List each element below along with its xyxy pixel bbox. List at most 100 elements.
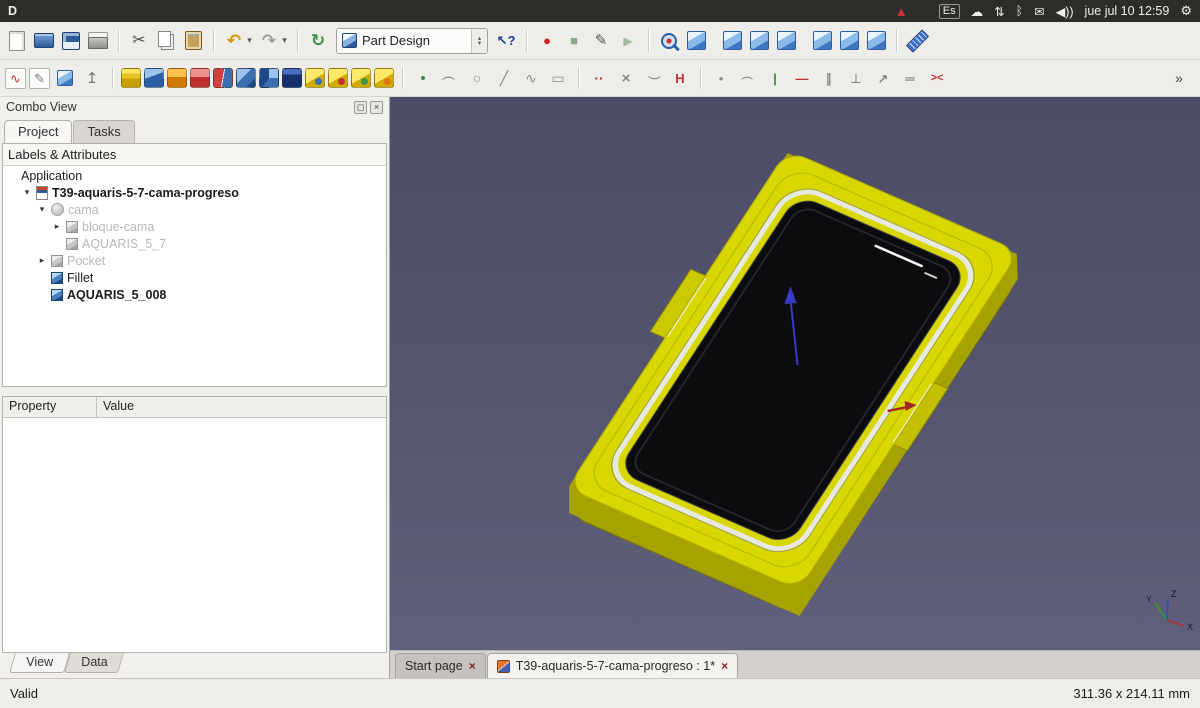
top-view-icon[interactable] [747, 29, 771, 53]
open-file-icon[interactable] [32, 29, 56, 53]
paste-icon[interactable] [181, 29, 205, 53]
tab-project[interactable]: Project [4, 120, 72, 143]
redo-dropdown-icon[interactable]: ▾ [280, 29, 289, 53]
whats-this-icon[interactable]: ↖? [494, 29, 518, 53]
left-view-icon[interactable] [864, 29, 888, 53]
constraint-equal-icon[interactable]: ═ [898, 66, 922, 90]
multitransform-icon[interactable] [282, 68, 302, 88]
tab-tasks[interactable]: Tasks [73, 120, 134, 143]
revolution-icon[interactable] [167, 68, 187, 88]
mail-icon[interactable]: ✉ [1034, 4, 1044, 19]
new-document-icon[interactable] [5, 29, 29, 53]
tab-data[interactable]: Data [64, 653, 124, 673]
refresh-icon[interactable]: ↻ [306, 29, 330, 53]
groove-icon[interactable] [190, 68, 210, 88]
redo-icon[interactable]: ↷ [257, 29, 281, 53]
copy-icon[interactable] [154, 29, 178, 53]
constraint-vertical-icon[interactable]: | [763, 66, 787, 90]
bottom-view-icon[interactable] [837, 29, 861, 53]
clock[interactable]: jue jul 10 12:59 [1085, 4, 1170, 18]
sketch-point-icon[interactable]: • [411, 66, 435, 90]
macro-edit-icon[interactable]: ✎ [589, 29, 613, 53]
map-sketch-icon[interactable] [53, 66, 77, 90]
tree-expander-icon[interactable]: ▸ [37, 255, 47, 266]
constraint-tangent-icon[interactable]: ↗ [871, 66, 895, 90]
tree-expander-icon[interactable]: ▾ [22, 187, 32, 198]
tab-view[interactable]: View [9, 653, 70, 673]
sketch-polyline-icon[interactable]: ∿ [519, 66, 543, 90]
tree-item-aquaris-5-7[interactable]: AQUARIS_5_7 [3, 235, 386, 252]
macro-record-icon[interactable]: ● [535, 29, 559, 53]
undo-dropdown-icon[interactable]: ▾ [245, 29, 254, 53]
sketch-circle-icon[interactable]: ○ [465, 66, 489, 90]
viewport-canvas[interactable]: X Y Z [390, 97, 1200, 650]
tab-start-page[interactable]: Start page × [395, 653, 486, 678]
fit-all-icon[interactable] [657, 29, 681, 53]
workbench-dropdown-icon[interactable]: ▴▾ [471, 29, 487, 53]
close-tab-icon[interactable]: × [721, 659, 728, 673]
thickness-icon[interactable] [374, 68, 394, 88]
tree-expander-icon[interactable]: ▾ [37, 204, 47, 215]
toolbar-overflow-icon[interactable]: » [1167, 66, 1191, 90]
sketch-arc-icon[interactable]: ( [438, 66, 462, 90]
constraint-perpendicular-icon[interactable]: ⊥ [844, 66, 868, 90]
sketch-rectangle-icon[interactable]: ▭ [546, 66, 570, 90]
keyboard-layout-indicator[interactable]: Es [939, 4, 960, 19]
fillet-icon[interactable] [305, 68, 325, 88]
panel-splitter[interactable] [2, 387, 387, 396]
constraint-symmetric-icon[interactable]: >< [925, 66, 949, 90]
session-menu-icon[interactable]: ⚙ [1180, 3, 1192, 19]
tree-expander-icon[interactable]: ▸ [52, 221, 62, 232]
pad-icon[interactable] [121, 68, 141, 88]
polar-pattern-icon[interactable] [259, 68, 279, 88]
tree-item-aquaris-5-008[interactable]: AQUARIS_5_008 [3, 286, 386, 303]
cloud-icon[interactable]: ☁ [971, 4, 984, 19]
property-column-header[interactable]: Property [3, 397, 97, 417]
workbench-selector[interactable]: Part Design ▴▾ [336, 28, 488, 54]
constraint-parallel-icon[interactable]: ∥ [817, 66, 841, 90]
float-panel-icon[interactable]: ◻ [354, 101, 367, 114]
rear-view-icon[interactable] [810, 29, 834, 53]
sketch-trim-icon[interactable]: × [614, 66, 638, 90]
draft-icon[interactable] [351, 68, 371, 88]
linear-pattern-icon[interactable] [236, 68, 256, 88]
warning-icon[interactable]: ▲ [895, 4, 908, 19]
volume-icon[interactable]: ◀)) [1056, 4, 1074, 19]
tree-item-cama[interactable]: ▾cama [3, 201, 386, 218]
mirrored-icon[interactable] [213, 68, 233, 88]
network-arrows-icon[interactable]: ⇅ [994, 4, 1004, 19]
front-view-icon[interactable] [720, 29, 744, 53]
tree-item-bloque-cama[interactable]: ▸bloque-cama [3, 218, 386, 235]
constraint-point-icon[interactable]: • [709, 66, 733, 90]
close-tab-icon[interactable]: × [469, 659, 476, 673]
constraint-lock-icon[interactable]: H [668, 66, 692, 90]
print-icon[interactable] [86, 29, 110, 53]
close-panel-icon[interactable]: × [370, 101, 383, 114]
constraint-horizontal-icon[interactable]: — [790, 66, 814, 90]
leave-sketch-icon[interactable]: ↥ [80, 66, 104, 90]
tree-item-pocket[interactable]: ▸Pocket [3, 252, 386, 269]
constraint-arc-icon[interactable]: ( [736, 66, 760, 90]
cut-icon[interactable]: ✂ [127, 29, 151, 53]
value-column-header[interactable]: Value [97, 397, 140, 417]
tab-document[interactable]: T39-aquaris-5-7-cama-progreso : 1* × [487, 653, 738, 678]
chamfer-icon[interactable] [328, 68, 348, 88]
tree-item-fillet[interactable]: Fillet [3, 269, 386, 286]
tree-item-t39-aquaris-5-7-cama-progreso[interactable]: ▾T39-aquaris-5-7-cama-progreso [3, 184, 386, 201]
new-sketch-icon[interactable]: ∿ [5, 68, 26, 89]
3d-viewport[interactable]: X Y Z [390, 97, 1200, 650]
edit-sketch-icon[interactable]: ✎ [29, 68, 50, 89]
sketch-fillet-icon[interactable]: ( [641, 66, 665, 90]
undo-icon[interactable]: ↶ [222, 29, 246, 53]
constraint-coincident-icon[interactable]: ·· [587, 66, 611, 90]
measure-icon[interactable] [905, 29, 929, 53]
sketch-line-icon[interactable]: ╱ [492, 66, 516, 90]
macro-play-icon[interactable]: ▶ [616, 29, 640, 53]
tree-item-application[interactable]: Application [3, 167, 386, 184]
bluetooth-icon[interactable]: ᛒ [1016, 4, 1024, 18]
right-view-icon[interactable] [774, 29, 798, 53]
axonometric-view-icon[interactable] [684, 29, 708, 53]
macro-stop-icon[interactable]: ■ [562, 29, 586, 53]
pocket-icon[interactable] [144, 68, 164, 88]
save-icon[interactable] [59, 29, 83, 53]
